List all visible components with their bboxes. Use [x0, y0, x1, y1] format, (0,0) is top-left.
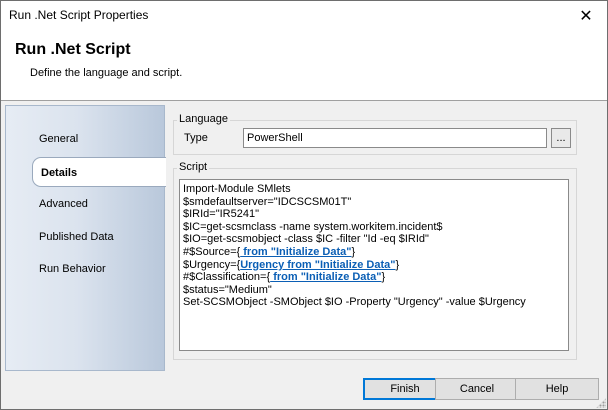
script-text: } — [395, 258, 400, 271]
page-subtitle: Define the language and script. — [30, 67, 183, 79]
script-line: #$Classification={ from "Initialize Data… — [183, 271, 565, 284]
script-text: $smdefaultserver="IDCSCSM01T" — [183, 195, 352, 208]
script-line: Import-Module SMlets — [183, 183, 565, 196]
sidebar-item-general[interactable]: General — [6, 124, 166, 154]
type-label: Type — [184, 132, 208, 144]
script-line: $Urgency={Urgency from "Initialize Data"… — [183, 259, 565, 272]
title-bar[interactable]: Run .Net Script Properties ✕ — [1, 1, 607, 31]
script-text: $IRId="IR5241" — [183, 208, 259, 221]
script-line: #$Source={ from "Initialize Data"} — [183, 246, 565, 259]
script-text: } — [381, 271, 386, 284]
close-icon[interactable]: ✕ — [577, 7, 595, 25]
help-button[interactable]: Help — [515, 378, 599, 400]
script-text: Import-Module SMlets — [183, 183, 291, 195]
script-editor[interactable]: Import-Module SMlets $smdefaultserver="ID… — [179, 179, 569, 351]
script-line: $smdefaultserver="IDCSCSM01T" — [183, 196, 565, 209]
script-text: #$Classification={ — [183, 271, 271, 284]
published-data-token[interactable]: from "Initialize Data" — [240, 246, 351, 258]
script-line: $IO=get-scsmobject -class $IC -filter "I… — [183, 233, 565, 246]
dialog-header: Run .Net Script Define the language and … — [1, 31, 607, 101]
script-line: $status="Medium" — [183, 284, 565, 297]
script-line: Set-SCSMObject -SMObject $IO -Property "… — [183, 296, 565, 309]
script-text: $IO=get-scsmobject -class $IC -filter "I… — [183, 233, 429, 246]
sidebar-item-details[interactable]: Details — [32, 157, 168, 187]
published-data-token[interactable]: from "Initialize Data" — [270, 271, 381, 283]
script-text: #$Source={ — [183, 245, 241, 258]
dialog-window: Run .Net Script Properties ✕ Run .Net Sc… — [0, 0, 608, 410]
published-data-token[interactable]: Urgency from "Initialize Data" — [240, 259, 395, 271]
script-line: $IC=get-scsmclass -name system.workitem.… — [183, 221, 565, 234]
cancel-button[interactable]: Cancel — [435, 378, 519, 400]
sidebar-nav: General Details Advanced Published Data … — [5, 105, 168, 371]
script-text: $Urgency={ — [183, 258, 241, 271]
language-type-field[interactable] — [243, 128, 547, 148]
dialog-footer: Finish Cancel Help — [1, 371, 607, 409]
script-text: $IC=get-scsmclass -name system.workitem.… — [183, 220, 443, 233]
sidebar-item-run-behavior[interactable]: Run Behavior — [6, 254, 166, 284]
language-group-label: Language — [177, 113, 230, 125]
script-group-label: Script — [177, 161, 210, 173]
page-title: Run .Net Script — [15, 41, 131, 58]
sidebar-item-advanced[interactable]: Advanced — [6, 189, 166, 219]
script-text: Set-SCSMObject -SMObject $IO -Property "… — [183, 296, 526, 309]
window-title: Run .Net Script Properties — [9, 8, 149, 22]
sidebar-item-published-data[interactable]: Published Data — [6, 222, 166, 252]
script-text: $status="Medium" — [183, 283, 272, 296]
script-text: } — [351, 245, 356, 258]
browse-language-button[interactable]: ... — [551, 128, 571, 148]
script-line: $IRId="IR5241" — [183, 208, 565, 221]
